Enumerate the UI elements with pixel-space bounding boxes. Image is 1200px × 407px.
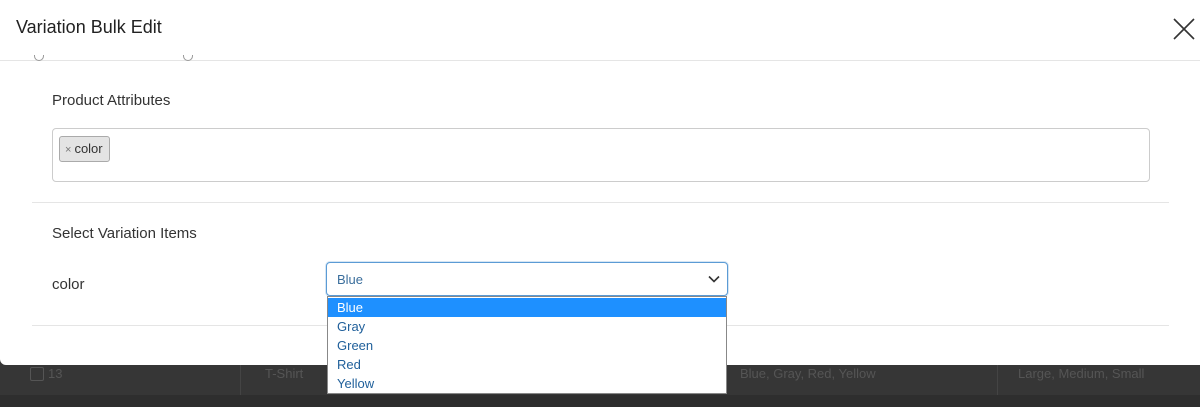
dropdown-option-red[interactable]: Red (328, 355, 726, 374)
row-product-name: T-Shirt (265, 366, 304, 381)
section-divider (32, 202, 1169, 203)
dropdown-option-yellow[interactable]: Yellow (328, 374, 726, 393)
select-variation-items-label: Select Variation Items (52, 225, 197, 242)
modal-title: Variation Bulk Edit (16, 17, 162, 37)
tag-remove-icon[interactable]: × (65, 144, 71, 156)
row-sizes: Large, Medium, Small (1018, 366, 1145, 381)
dropdown-option-green[interactable]: Green (328, 336, 726, 355)
variation-select-value: Blue (337, 272, 364, 287)
modal-header: Variation Bulk Edit (0, 0, 1200, 61)
product-attributes-label: Product Attributes (52, 92, 171, 109)
attribute-tag-label: color (74, 141, 103, 156)
variation-select[interactable]: Blue (326, 262, 728, 296)
variation-dropdown-list: Blue Gray Green Red Yellow (327, 296, 727, 394)
product-attributes-input[interactable]: × color (52, 128, 1150, 182)
row-colors: Blue, Gray, Red, Yellow (740, 366, 876, 381)
row-id: 13 (48, 366, 63, 381)
dropdown-option-blue[interactable]: Blue (328, 298, 726, 317)
dropdown-option-gray[interactable]: Gray (328, 317, 726, 336)
close-icon[interactable] (1172, 17, 1196, 41)
variation-attribute-label: color (52, 276, 85, 293)
row-checkbox (30, 367, 44, 381)
chevron-down-icon (708, 275, 720, 283)
background-table-footer (0, 395, 1200, 407)
attribute-tag: × color (59, 136, 110, 162)
